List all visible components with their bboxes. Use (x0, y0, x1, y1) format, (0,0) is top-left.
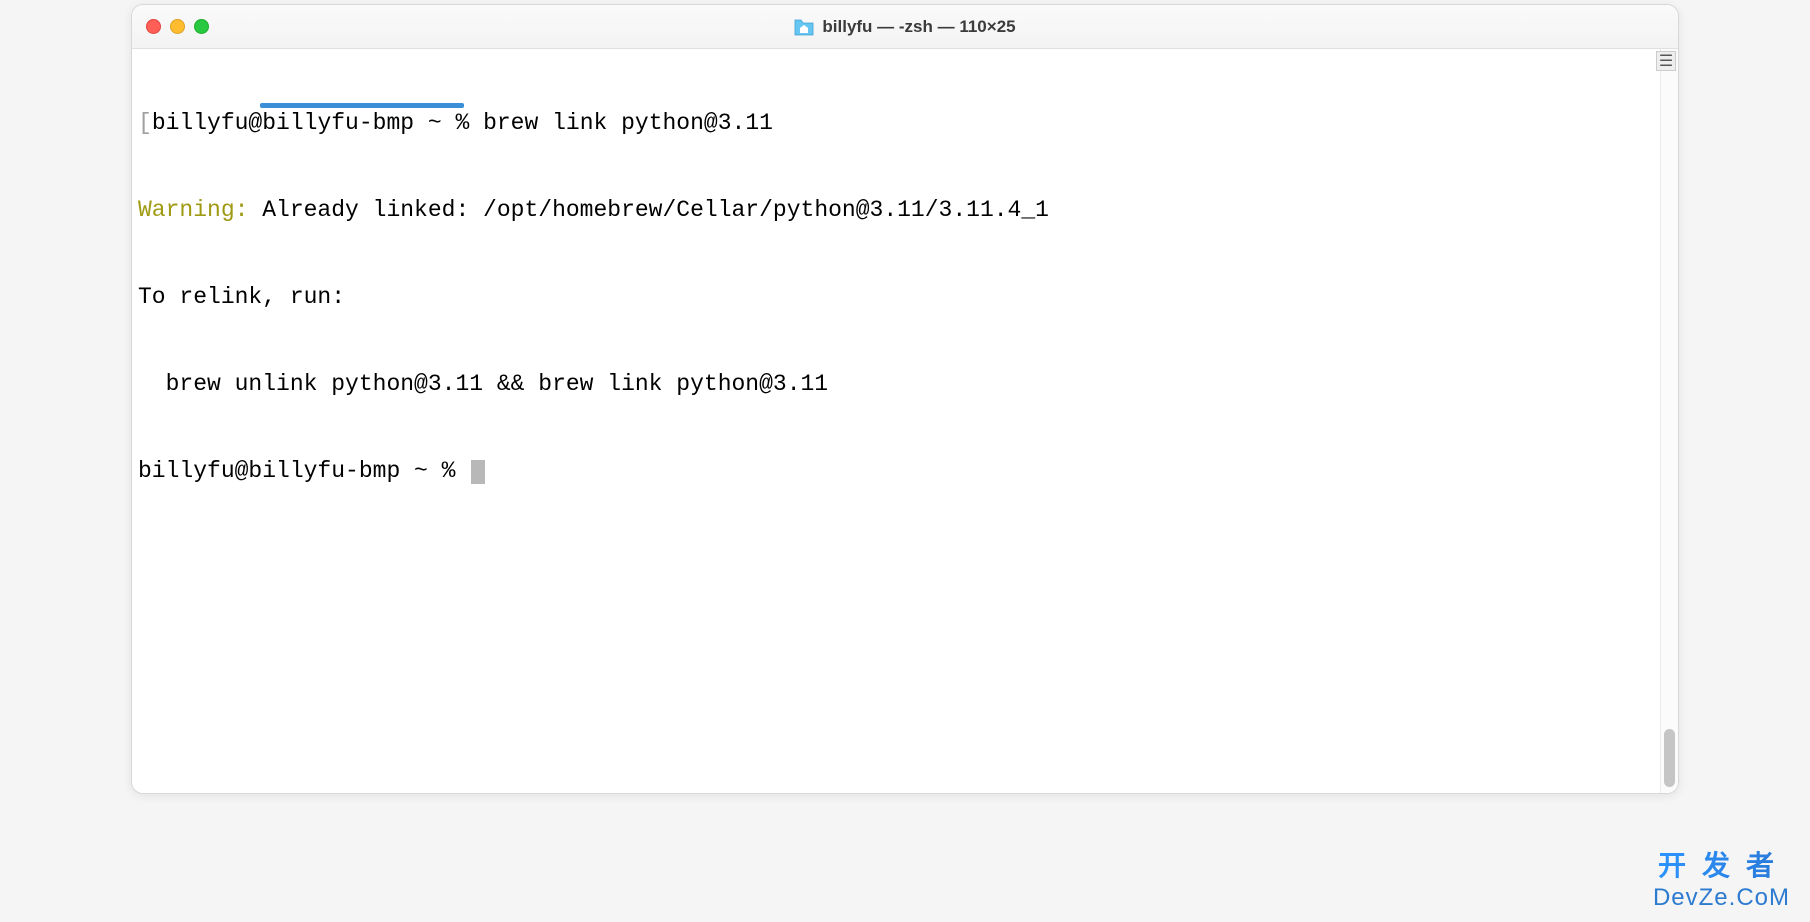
scrollbar-thumb[interactable] (1664, 729, 1675, 787)
home-folder-icon (794, 18, 814, 36)
shell-prompt: billyfu@billyfu-bmp ~ % (138, 458, 469, 484)
terminal-line-3: To relink, run: (138, 283, 1672, 312)
watermark-line2: DevZe.CoM (1653, 884, 1790, 912)
prompt-bracket: [ (138, 110, 152, 136)
cursor (471, 460, 485, 484)
corner-icon: ☰ (1656, 51, 1676, 71)
warning-text: Already linked: /opt/homebrew/Cellar/pyt… (248, 197, 1049, 223)
watermark-line1: 开发者 (1653, 844, 1790, 884)
terminal-line-2: Warning: Already linked: /opt/homebrew/C… (138, 196, 1672, 225)
scrollbar-track[interactable] (1660, 49, 1678, 793)
terminal-line-1: [billyfu@billyfu-bmp ~ % brew link pytho… (138, 109, 1672, 138)
terminal-window: billyfu — -zsh — 110×25 [billyfu@billyfu… (131, 4, 1679, 794)
shell-prompt: billyfu@billyfu-bmp ~ % (152, 110, 483, 136)
terminal-line-5: billyfu@billyfu-bmp ~ % (138, 457, 1672, 486)
command-text: brew link python@3.11 (483, 110, 773, 136)
watermark: 开发者 DevZe.CoM (1653, 844, 1790, 912)
warning-label: Warning: (138, 197, 248, 223)
window-title: billyfu — -zsh — 110×25 (822, 17, 1015, 37)
minimize-button[interactable] (170, 19, 185, 34)
maximize-button[interactable] (194, 19, 209, 34)
traffic-lights (146, 19, 209, 34)
terminal-line-4: brew unlink python@3.11 && brew link pyt… (138, 370, 1672, 399)
titlebar[interactable]: billyfu — -zsh — 110×25 (132, 5, 1678, 49)
close-button[interactable] (146, 19, 161, 34)
underline-annotation (260, 103, 464, 108)
title-area: billyfu — -zsh — 110×25 (132, 17, 1678, 37)
terminal-content[interactable]: [billyfu@billyfu-bmp ~ % brew link pytho… (132, 49, 1678, 793)
